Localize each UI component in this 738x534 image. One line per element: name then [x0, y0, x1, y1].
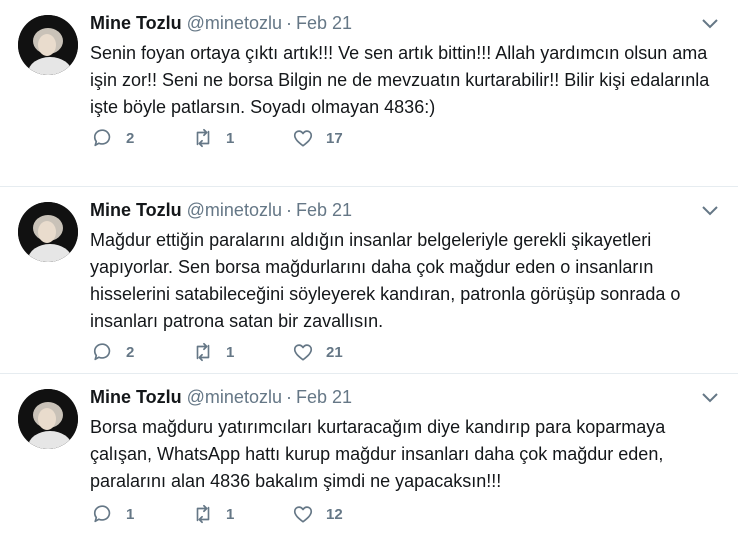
avatar[interactable] [18, 389, 78, 449]
tweet-date[interactable]: Feb 21 [296, 387, 352, 407]
retweet-count: 1 [226, 129, 235, 147]
author-handle[interactable]: @minetozlu [187, 13, 282, 33]
retweet-button[interactable]: 1 [192, 340, 234, 364]
heart-icon [292, 127, 314, 149]
author-handle[interactable]: @minetozlu [187, 200, 282, 220]
separator-dot: · [285, 387, 292, 407]
tweet-text: Borsa mağduru yatırımcıları kurtaracağım… [90, 417, 666, 491]
like-button[interactable]: 12 [292, 502, 343, 526]
reply-icon [92, 503, 114, 525]
author-name[interactable]: Mine Tozlu [90, 13, 182, 33]
like-button[interactable]: 17 [292, 126, 343, 150]
avatar[interactable] [18, 15, 78, 75]
tweet-text: Mağdur ettiğin paralarını aldığın insanl… [90, 230, 681, 331]
retweet-icon [192, 341, 214, 363]
tweet[interactable]: Mine Tozlu @minetozlu · Feb 21 Borsa mağdur… [0, 374, 738, 534]
like-count: 21 [326, 343, 343, 361]
tweet-header: Mine Tozlu @minetozlu · Feb 21 [90, 12, 352, 34]
separator-dot: · [285, 200, 292, 220]
avatar[interactable] [18, 202, 78, 262]
chevron-down-icon[interactable] [700, 16, 720, 32]
tweet-header: Mine Tozlu @minetozlu · Feb 21 [90, 386, 352, 408]
like-button[interactable]: 21 [292, 340, 343, 364]
reply-count: 1 [126, 505, 135, 523]
reply-icon [92, 341, 114, 363]
separator-dot: · [285, 13, 292, 33]
retweet-icon [192, 503, 214, 525]
retweet-button[interactable]: 1 [192, 126, 234, 150]
heart-icon [292, 503, 314, 525]
retweet-button[interactable]: 1 [192, 502, 234, 526]
reply-button[interactable]: 1 [92, 502, 134, 526]
author-handle[interactable]: @minetozlu [187, 387, 282, 407]
timeline: Mine Tozlu @minetozlu · Feb 21 Senin foyan … [0, 0, 738, 534]
chevron-down-icon[interactable] [700, 390, 720, 406]
author-name[interactable]: Mine Tozlu [90, 200, 182, 220]
heart-icon [292, 341, 314, 363]
retweet-count: 1 [226, 505, 235, 523]
reply-count: 2 [126, 129, 135, 147]
reply-button[interactable]: 2 [92, 126, 134, 150]
tweet-header: Mine Tozlu @minetozlu · Feb 21 [90, 199, 352, 221]
tweet-date[interactable]: Feb 21 [296, 13, 352, 33]
reply-button[interactable]: 2 [92, 340, 134, 364]
tweet-text: Senin foyan ortaya çıktı artık!!! Ve sen… [90, 43, 710, 117]
reply-count: 2 [126, 343, 135, 361]
author-name[interactable]: Mine Tozlu [90, 387, 182, 407]
tweet-date[interactable]: Feb 21 [296, 200, 352, 220]
retweet-icon [192, 127, 214, 149]
reply-icon [92, 127, 114, 149]
retweet-count: 1 [226, 343, 235, 361]
tweet[interactable]: Mine Tozlu @minetozlu · Feb 21 Mağdur ettiğ… [0, 187, 738, 374]
tweet[interactable]: Mine Tozlu @minetozlu · Feb 21 Senin foyan … [0, 0, 738, 187]
like-count: 12 [326, 505, 343, 523]
like-count: 17 [326, 129, 343, 147]
chevron-down-icon[interactable] [700, 203, 720, 219]
